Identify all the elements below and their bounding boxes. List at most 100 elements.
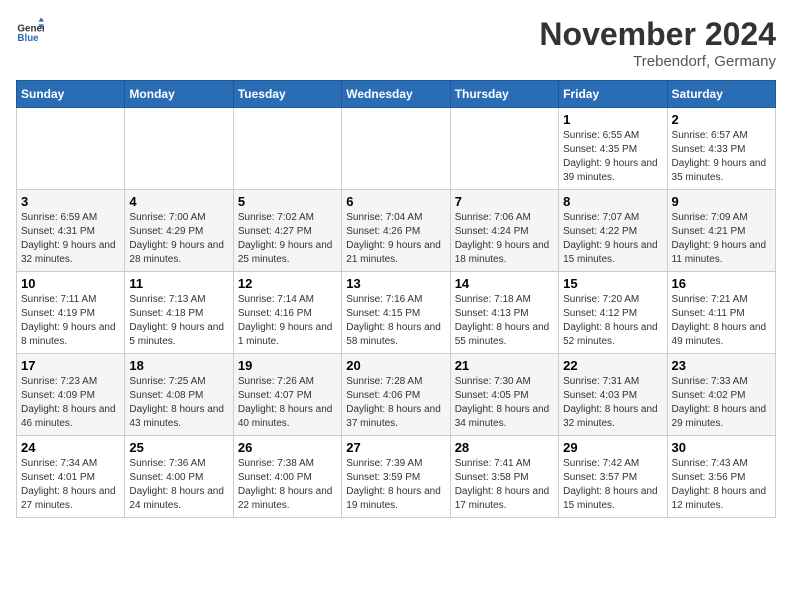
day-info: Sunrise: 7:42 AM Sunset: 3:57 PM Dayligh…	[563, 457, 662, 513]
location: Trebendorf, Germany	[539, 53, 776, 70]
calendar-cell: 7 Sunrise: 7:06 AM Sunset: 4:24 PM Daylig…	[450, 190, 558, 272]
day-number: 23	[672, 358, 771, 373]
day-number: 28	[455, 440, 554, 455]
day-number: 20	[346, 358, 445, 373]
day-number: 7	[455, 194, 554, 209]
calendar-table: SundayMondayTuesdayWednesdayThursdayFrid…	[16, 80, 776, 518]
calendar-cell: 24 Sunrise: 7:34 AM Sunset: 4:01 PM Dayli…	[17, 436, 125, 518]
calendar-cell: 26 Sunrise: 7:38 AM Sunset: 4:00 PM Dayli…	[233, 436, 341, 518]
calendar-cell: 8Sunrise: 7:07 AM Sunset: 4:22 PM Daylig…	[559, 190, 667, 272]
day-info: Sunrise: 7:39 AM Sunset: 3:59 PM Dayligh…	[346, 457, 445, 513]
day-number: 26	[238, 440, 337, 455]
svg-text:Blue: Blue	[17, 33, 39, 44]
day-info: Sunrise: 7:36 AM Sunset: 4:00 PM Dayligh…	[129, 457, 228, 513]
calendar-cell: 21 Sunrise: 7:30 AM Sunset: 4:05 PM Dayli…	[450, 354, 558, 436]
calendar-cell: 16 Sunrise: 7:21 AM Sunset: 4:11 PM Dayli…	[667, 272, 775, 354]
day-info: Sunrise: 7:06 AM Sunset: 4:24 PM Dayligh…	[455, 211, 554, 267]
day-number: 10	[21, 276, 120, 291]
calendar-cell: 3Sunrise: 6:59 AM Sunset: 4:31 PM Daylig…	[17, 190, 125, 272]
calendar-cell: 2 Sunrise: 6:57 AM Sunset: 4:33 PM Daylig…	[667, 108, 775, 190]
day-number: 29	[563, 440, 662, 455]
calendar-cell: 11Sunrise: 7:13 AM Sunset: 4:18 PM Dayli…	[125, 272, 233, 354]
calendar-cell: 15 Sunrise: 7:20 AM Sunset: 4:12 PM Dayli…	[559, 272, 667, 354]
calendar-cell	[342, 108, 450, 190]
day-info: Sunrise: 7:41 AM Sunset: 3:58 PM Dayligh…	[455, 457, 554, 513]
column-header-sunday: Sunday	[17, 81, 125, 108]
day-info: Sunrise: 7:23 AM Sunset: 4:09 PM Dayligh…	[21, 375, 120, 431]
calendar-cell	[233, 108, 341, 190]
column-header-tuesday: Tuesday	[233, 81, 341, 108]
day-info: Sunrise: 7:04 AM Sunset: 4:26 PM Dayligh…	[346, 211, 445, 267]
day-number: 17	[21, 358, 120, 373]
calendar-week-row: 10 Sunrise: 7:11 AM Sunset: 4:19 PM Dayli…	[17, 272, 776, 354]
day-number: 27	[346, 440, 445, 455]
day-number: 19	[238, 358, 337, 373]
day-number: 12	[238, 276, 337, 291]
calendar-cell	[17, 108, 125, 190]
calendar-cell: 25 Sunrise: 7:36 AM Sunset: 4:00 PM Dayli…	[125, 436, 233, 518]
day-number: 18	[129, 358, 228, 373]
day-number: 15	[563, 276, 662, 291]
calendar-cell	[125, 108, 233, 190]
logo: General Blue	[16, 16, 44, 44]
day-number: 4	[129, 194, 228, 209]
day-info: Sunrise: 7:11 AM Sunset: 4:19 PM Dayligh…	[21, 293, 120, 349]
day-info: Sunrise: 6:55 AM Sunset: 4:35 PM Dayligh…	[563, 129, 662, 185]
column-header-thursday: Thursday	[450, 81, 558, 108]
day-info: Sunrise: 7:02 AM Sunset: 4:27 PM Dayligh…	[238, 211, 337, 267]
column-header-monday: Monday	[125, 81, 233, 108]
day-info: Sunrise: 7:31 AM Sunset: 4:03 PM Dayligh…	[563, 375, 662, 431]
page-header: General Blue November 2024 Trebendorf, G…	[16, 16, 776, 70]
calendar-cell: 5Sunrise: 7:02 AM Sunset: 4:27 PM Daylig…	[233, 190, 341, 272]
day-number: 3	[21, 194, 120, 209]
calendar-cell: 12 Sunrise: 7:14 AM Sunset: 4:16 PM Dayli…	[233, 272, 341, 354]
column-header-saturday: Saturday	[667, 81, 775, 108]
calendar-cell: 30Sunrise: 7:43 AM Sunset: 3:56 PM Dayli…	[667, 436, 775, 518]
title-block: November 2024 Trebendorf, Germany	[539, 16, 776, 70]
calendar-week-row: 17 Sunrise: 7:23 AM Sunset: 4:09 PM Dayli…	[17, 354, 776, 436]
calendar-cell: 10 Sunrise: 7:11 AM Sunset: 4:19 PM Dayli…	[17, 272, 125, 354]
day-number: 6	[346, 194, 445, 209]
calendar-cell: 23 Sunrise: 7:33 AM Sunset: 4:02 PM Dayli…	[667, 354, 775, 436]
day-info: Sunrise: 7:33 AM Sunset: 4:02 PM Dayligh…	[672, 375, 771, 431]
calendar-cell: 22 Sunrise: 7:31 AM Sunset: 4:03 PM Dayli…	[559, 354, 667, 436]
calendar-cell: 28 Sunrise: 7:41 AM Sunset: 3:58 PM Dayli…	[450, 436, 558, 518]
day-number: 21	[455, 358, 554, 373]
calendar-week-row: 24 Sunrise: 7:34 AM Sunset: 4:01 PM Dayli…	[17, 436, 776, 518]
day-number: 2	[672, 112, 771, 127]
day-info: Sunrise: 7:38 AM Sunset: 4:00 PM Dayligh…	[238, 457, 337, 513]
day-info: Sunrise: 6:57 AM Sunset: 4:33 PM Dayligh…	[672, 129, 771, 185]
day-number: 24	[21, 440, 120, 455]
day-number: 22	[563, 358, 662, 373]
day-info: Sunrise: 7:25 AM Sunset: 4:08 PM Dayligh…	[129, 375, 228, 431]
calendar-cell: 20 Sunrise: 7:28 AM Sunset: 4:06 PM Dayli…	[342, 354, 450, 436]
day-info: Sunrise: 7:34 AM Sunset: 4:01 PM Dayligh…	[21, 457, 120, 513]
calendar-week-row: 1Sunrise: 6:55 AM Sunset: 4:35 PM Daylig…	[17, 108, 776, 190]
day-number: 13	[346, 276, 445, 291]
calendar-cell: 19 Sunrise: 7:26 AM Sunset: 4:07 PM Dayli…	[233, 354, 341, 436]
column-header-wednesday: Wednesday	[342, 81, 450, 108]
day-info: Sunrise: 7:14 AM Sunset: 4:16 PM Dayligh…	[238, 293, 337, 349]
day-info: Sunrise: 7:09 AM Sunset: 4:21 PM Dayligh…	[672, 211, 771, 267]
day-info: Sunrise: 7:28 AM Sunset: 4:06 PM Dayligh…	[346, 375, 445, 431]
calendar-cell	[450, 108, 558, 190]
day-number: 9	[672, 194, 771, 209]
day-info: Sunrise: 7:16 AM Sunset: 4:15 PM Dayligh…	[346, 293, 445, 349]
day-info: Sunrise: 7:30 AM Sunset: 4:05 PM Dayligh…	[455, 375, 554, 431]
calendar-cell: 29 Sunrise: 7:42 AM Sunset: 3:57 PM Dayli…	[559, 436, 667, 518]
day-number: 16	[672, 276, 771, 291]
calendar-cell: 6 Sunrise: 7:04 AM Sunset: 4:26 PM Daylig…	[342, 190, 450, 272]
day-number: 25	[129, 440, 228, 455]
calendar-cell: 17 Sunrise: 7:23 AM Sunset: 4:09 PM Dayli…	[17, 354, 125, 436]
day-info: Sunrise: 7:18 AM Sunset: 4:13 PM Dayligh…	[455, 293, 554, 349]
calendar-cell: 13 Sunrise: 7:16 AM Sunset: 4:15 PM Dayli…	[342, 272, 450, 354]
day-info: Sunrise: 7:21 AM Sunset: 4:11 PM Dayligh…	[672, 293, 771, 349]
day-info: Sunrise: 7:20 AM Sunset: 4:12 PM Dayligh…	[563, 293, 662, 349]
day-info: Sunrise: 7:26 AM Sunset: 4:07 PM Dayligh…	[238, 375, 337, 431]
day-number: 30	[672, 440, 771, 455]
calendar-cell: 1Sunrise: 6:55 AM Sunset: 4:35 PM Daylig…	[559, 108, 667, 190]
day-number: 14	[455, 276, 554, 291]
day-number: 11	[129, 276, 228, 291]
calendar-header-row: SundayMondayTuesdayWednesdayThursdayFrid…	[17, 81, 776, 108]
calendar-cell: 27 Sunrise: 7:39 AM Sunset: 3:59 PM Dayli…	[342, 436, 450, 518]
